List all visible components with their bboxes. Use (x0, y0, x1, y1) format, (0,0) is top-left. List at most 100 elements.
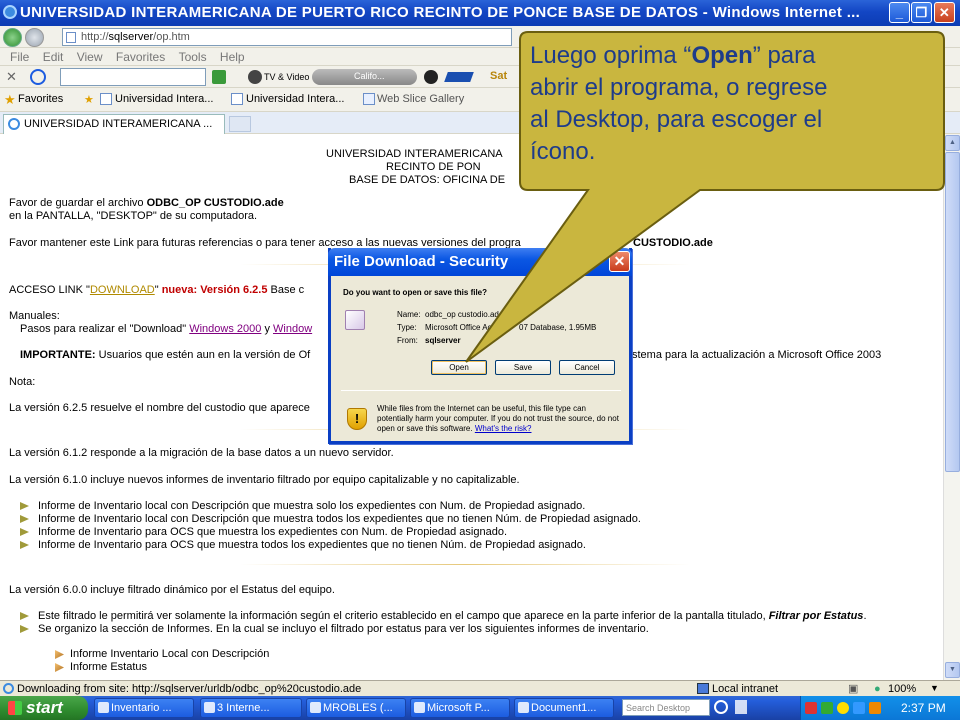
window-title-bar: UNIVERSIDAD INTERAMERICANA DE PUERTO RIC… (0, 0, 960, 26)
scroll-down-icon[interactable]: ▼ (945, 662, 960, 678)
v610-text: La versión 6.1.0 incluye nuevos informes… (9, 474, 520, 486)
sub-item-2: Informe Estatus (70, 661, 148, 673)
bullet-icon (20, 612, 29, 620)
favorite-item-2[interactable]: Universidad Intera... (246, 93, 344, 105)
intranet-icon (697, 683, 709, 694)
start-button[interactable]: start (0, 696, 88, 720)
menu-view[interactable]: View (77, 50, 103, 64)
taskbar-button-2[interactable]: 3 Interne... (200, 698, 302, 718)
menu-file[interactable]: File (10, 50, 29, 64)
taskbar-button-5[interactable]: Document1... (514, 698, 614, 718)
favorite-item-3[interactable]: Web Slice Gallery (377, 93, 464, 105)
add-favorite-icon[interactable]: ★ (84, 93, 94, 106)
v612-text: La versión 6.1.2 responde a la migración… (9, 447, 394, 459)
from-label: From: (397, 336, 418, 345)
zoom-icon[interactable]: ● (874, 682, 881, 696)
windows-2000-link[interactable]: Windows 2000 (189, 323, 261, 335)
tab-label: UNIVERSIDAD INTERAMERICANA ... (24, 118, 213, 130)
callout-line-2: abrir el programa, o regrese (530, 74, 828, 101)
callout-line-1-pre: Luego oprima “ (530, 42, 692, 69)
close-toolbar-icon[interactable]: ✕ (6, 69, 17, 85)
page-header-2: RECINTO DE PON (386, 161, 481, 173)
bullet-icon (20, 625, 29, 633)
menu-favorites[interactable]: Favorites (116, 50, 165, 64)
go-icon[interactable] (212, 70, 226, 84)
tray-icon[interactable] (869, 702, 881, 714)
v610-item-1: Informe de Inventario local con Descripc… (38, 500, 586, 512)
vertical-scrollbar[interactable]: ▲ ▼ (943, 134, 960, 680)
sub-bullet-icon (55, 650, 64, 659)
forward-icon[interactable] (25, 28, 44, 47)
tray-icon[interactable] (837, 702, 849, 714)
taskbar-button-4[interactable]: Microsoft P... (410, 698, 510, 718)
protected-mode-icon[interactable]: ▣ (848, 682, 858, 696)
arrows-icon[interactable] (735, 700, 747, 714)
favorite-item-1[interactable]: Universidad Intera... (115, 93, 213, 105)
whats-the-risk-link[interactable]: What's the risk? (475, 424, 532, 433)
minimize-button[interactable]: _ (889, 2, 910, 23)
restore-button[interactable]: ❐ (911, 2, 932, 23)
name-label: Name: (397, 310, 421, 319)
tray-icon[interactable] (821, 702, 833, 714)
taskbar-label-1: Inventario ... (111, 702, 172, 714)
keep-link-file: CUSTODIO.ade (633, 237, 713, 249)
word-icon (518, 702, 529, 713)
menu-edit[interactable]: Edit (43, 50, 64, 64)
tv-video-label[interactable]: TV & Video (264, 72, 309, 82)
app-icon (310, 702, 321, 713)
page-icon (66, 32, 76, 43)
window-title: UNIVERSIDAD INTERAMERICANA DE PUERTO RIC… (20, 4, 861, 21)
tray-icon[interactable] (853, 702, 865, 714)
ie-icon (204, 702, 215, 713)
dialog-close-button[interactable]: ✕ (609, 251, 630, 272)
status-text: Downloading from site: http://sqlserver/… (17, 683, 362, 695)
menu-help[interactable]: Help (220, 50, 245, 64)
access-post: Base c (267, 284, 305, 296)
toolbar-app-icon[interactable] (424, 70, 438, 84)
app-icon (98, 702, 109, 713)
open-button[interactable]: Open (431, 360, 487, 375)
importante-line: IMPORTANTE: Usuarios que estén aun en la… (20, 349, 310, 361)
media-player-label: Califo... (354, 71, 385, 81)
save-text: Favor de guardar el archivo (9, 197, 147, 209)
clock[interactable]: 2:37 PM (901, 696, 946, 720)
fav-page-icon-2 (231, 93, 243, 105)
menu-tools[interactable]: Tools (179, 50, 207, 64)
status-ie-icon (3, 683, 14, 694)
v600-item-1: Este filtrado le permitirá ver solamente… (38, 610, 867, 622)
taskbar-label-4: Microsoft P... (427, 702, 490, 714)
windows-flag-icon (8, 701, 22, 715)
sat-label[interactable]: Sat (490, 70, 507, 82)
taskbar-button-3[interactable]: MROBLES (... (306, 698, 406, 718)
access-pre: ACCESO LINK " (9, 284, 90, 296)
tab-active[interactable]: UNIVERSIDAD INTERAMERICANA ... (3, 114, 225, 134)
scroll-up-icon[interactable]: ▲ (945, 135, 960, 151)
search-icon[interactable] (714, 700, 728, 714)
address-input[interactable]: http://sqlserver/op.htm (62, 28, 512, 46)
address-path: /op.htm (153, 31, 190, 43)
zoom-dropdown-icon[interactable]: ▼ (930, 681, 939, 695)
toolbar-search-input[interactable] (60, 68, 206, 86)
page-header-1: UNIVERSIDAD INTERAMERICANA (326, 148, 503, 160)
taskbar: start Inventario ... 3 Interne... MROBLE… (0, 696, 960, 720)
separator (240, 564, 690, 565)
search-engine-icon[interactable] (30, 69, 46, 85)
save-button[interactable]: Save (495, 360, 551, 375)
tray-icon[interactable] (805, 702, 817, 714)
cancel-button[interactable]: Cancel (559, 360, 615, 375)
new-tab-button[interactable] (229, 116, 251, 132)
taskbar-button-1[interactable]: Inventario ... (94, 698, 194, 718)
zoom-level[interactable]: 100% (888, 682, 916, 696)
desktop-search-input[interactable]: Search Desktop (622, 699, 710, 716)
back-icon[interactable] (3, 28, 22, 47)
windows-xp-link[interactable]: Window (273, 323, 312, 335)
download-link[interactable]: DOWNLOAD (90, 284, 155, 296)
favorites-button[interactable]: Favorites (18, 93, 63, 105)
close-button[interactable]: ✕ (934, 2, 955, 23)
scroll-thumb[interactable] (945, 152, 960, 472)
address-host: sqlserver (108, 31, 154, 43)
callout-text: Luego oprima “Open” para abrir el progra… (530, 40, 930, 168)
dialog-title-bar: File Download - Security ✕ (328, 248, 632, 276)
toolbar-shape-icon[interactable] (444, 72, 474, 82)
address-prefix: http:// (81, 31, 109, 43)
